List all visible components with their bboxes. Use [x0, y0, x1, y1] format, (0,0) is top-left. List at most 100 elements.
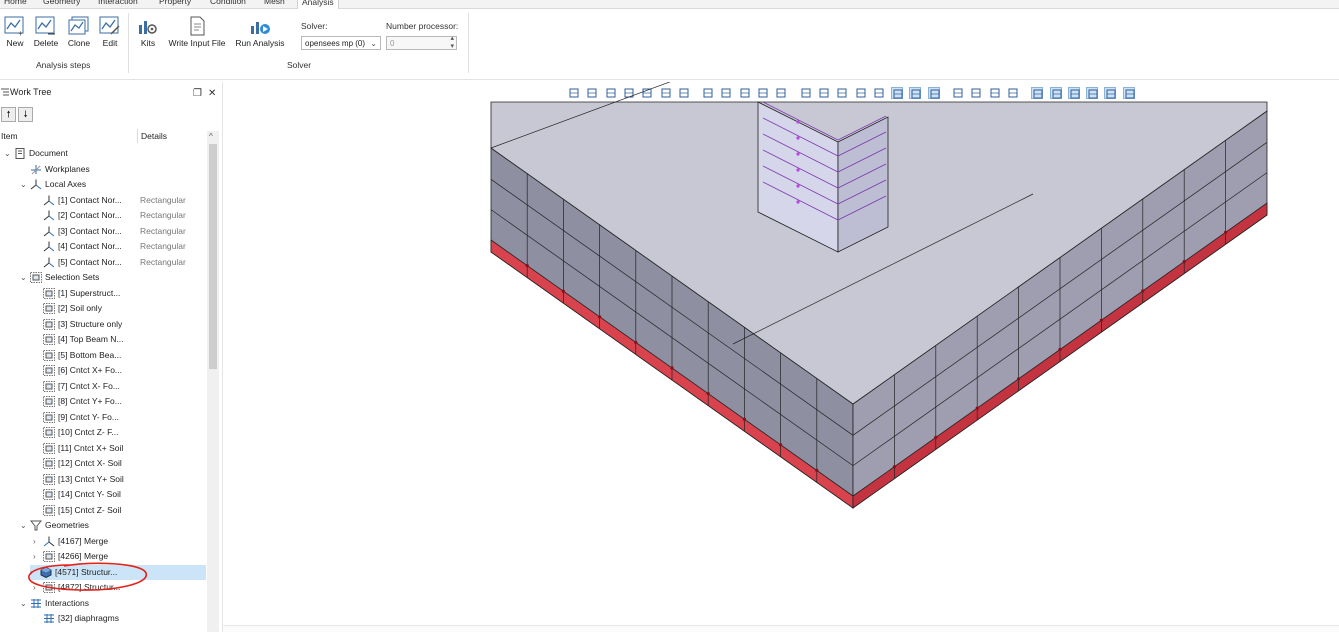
work-tree-panel: Work Tree ❐ ✕ 🠕 🠗 Item Details ⌄ Document…: [0, 82, 223, 632]
chevron-down-icon[interactable]: ⌄: [20, 177, 30, 192]
tree-row[interactable]: Workplanes: [20, 162, 206, 177]
run-analysis-button[interactable]: Run Analysis: [234, 16, 286, 48]
selection-set-icon: [43, 380, 58, 392]
edit-step-button[interactable]: Edit: [98, 16, 122, 48]
selection-set-icon: [43, 287, 58, 299]
tree-row[interactable]: [14] Cntct Y- Soil: [33, 487, 206, 502]
tree-row[interactable]: [4] Contact Nor... Rectangular: [33, 239, 206, 254]
clone-step-label: Clone: [67, 38, 91, 48]
move-down-icon[interactable]: 🠗: [18, 107, 33, 122]
selection-set-icon: [43, 318, 58, 330]
tree-row[interactable]: [7] Cntct X- Fo...: [33, 379, 206, 394]
chevron-down-icon[interactable]: ⌄: [20, 270, 30, 285]
tree-row[interactable]: [6] Cntct X+ Fo...: [33, 363, 206, 378]
tab-home[interactable]: Home: [4, 0, 27, 6]
node-dot: [1224, 230, 1228, 234]
tree-row[interactable]: [9] Cntct Y- Fo...: [33, 410, 206, 425]
tree-row[interactable]: [1] Superstruct...: [33, 286, 206, 301]
tab-analysis[interactable]: Analysis: [297, 0, 339, 9]
tree-row[interactable]: [5] Bottom Bea...: [33, 348, 206, 363]
tree-row[interactable]: [2] Contact Nor... Rectangular: [33, 208, 206, 223]
delete-step-icon: [35, 16, 55, 35]
tree-row[interactable]: [10] Cntct Z- F...: [33, 425, 206, 440]
tree-row[interactable]: [8] Cntct Y+ Fo...: [33, 394, 206, 409]
tree-row[interactable]: [12] Cntct X- Soil: [33, 456, 206, 471]
selection-set-icon: [43, 334, 58, 346]
tree-row[interactable]: [1] Contact Nor... Rectangular: [33, 193, 206, 208]
node-dot: [1099, 318, 1103, 322]
tree-row[interactable]: [11] Cntct X+ Soil: [33, 441, 206, 456]
selection-set-icon: [43, 489, 58, 501]
tree-row-label: Local Axes: [45, 179, 87, 189]
selection-set-icon: [43, 303, 58, 315]
tree-row[interactable]: [5] Contact Nor... Rectangular: [33, 255, 206, 270]
selection-set-icon: [43, 349, 58, 361]
model-view: [490, 82, 1268, 509]
delete-step-button[interactable]: Delete: [32, 16, 60, 48]
scroll-up-icon[interactable]: ^: [209, 132, 213, 141]
number-processor-label: Number processor:: [386, 21, 459, 31]
tree-row[interactable]: › [4167] Merge: [33, 534, 206, 549]
new-step-icon: +: [4, 16, 24, 36]
tree-row-label: [6] Cntct X+ Fo...: [58, 365, 123, 375]
tree-row[interactable]: ⌄ Selection Sets: [20, 270, 206, 285]
annotation-circle: [28, 562, 147, 591]
delete-step-label: Delete: [33, 38, 59, 48]
tree-scrollbar-thumb[interactable]: [209, 144, 217, 369]
edit-step-icon: [99, 16, 120, 35]
3d-viewport[interactable]: [223, 82, 1339, 632]
tab-condition[interactable]: Condition: [210, 0, 246, 6]
tree-row[interactable]: [3] Structure only: [33, 317, 206, 332]
solver-select[interactable]: opensees mp (0) ⌄: [301, 36, 381, 50]
number-processor-spinbox[interactable]: 0 ▴ ▾: [386, 35, 457, 51]
chevron-down-icon[interactable]: ⌄: [20, 518, 30, 533]
clone-step-icon: [68, 16, 89, 35]
tree-row[interactable]: [3] Contact Nor... Rectangular: [33, 224, 206, 239]
node-dot: [779, 443, 783, 447]
tab-geometry[interactable]: Geometry: [43, 0, 80, 6]
selection-set-icon: [43, 411, 58, 423]
tree-row[interactable]: ⌄ Local Axes: [20, 177, 206, 192]
move-up-icon[interactable]: 🠕: [1, 107, 16, 122]
close-panel-icon[interactable]: ✕: [208, 88, 216, 99]
merge-icon: [43, 536, 58, 547]
tree-row-label: [8] Cntct Y+ Fo...: [58, 396, 122, 406]
spin-arrows-icon[interactable]: ▴ ▾: [450, 35, 454, 51]
document-icon: [14, 148, 29, 160]
tree-row-label: [14] Cntct Y- Soil: [58, 489, 121, 499]
tree-row[interactable]: ⌄ Geometries: [20, 518, 206, 533]
clone-step-button[interactable]: Clone: [66, 16, 92, 48]
chevron-down-icon[interactable]: ⌄: [4, 146, 14, 161]
float-panel-icon[interactable]: ❐: [193, 88, 202, 99]
node-dot: [1141, 289, 1145, 293]
tree-row-label: Selection Sets: [45, 272, 100, 282]
new-step-button[interactable]: + New: [4, 16, 26, 48]
chevron-down-icon: ⌄: [370, 39, 377, 48]
write-input-file-button[interactable]: Write Input File: [167, 16, 227, 48]
tree-row[interactable]: [32] diaphragms: [33, 611, 206, 626]
ribbon-separator: [128, 13, 129, 73]
tree-row[interactable]: [15] Cntct Z- Soil: [33, 503, 206, 518]
chevron-down-icon[interactable]: ⌄: [20, 596, 30, 611]
tab-mesh[interactable]: Mesh: [264, 0, 285, 6]
tree-row[interactable]: ⌄ Document: [4, 146, 206, 161]
tab-property[interactable]: Property: [159, 0, 191, 6]
tab-interaction[interactable]: Interaction: [98, 0, 138, 6]
chevron-right-icon[interactable]: ›: [33, 534, 43, 549]
tree-row-label: [1] Superstruct...: [58, 287, 121, 298]
interactions-icon: [30, 598, 45, 608]
tree-row-label: [1] Contact Nor...: [58, 194, 122, 205]
run-analysis-icon: [251, 22, 270, 34]
geometries-icon: [30, 520, 45, 531]
tree-row[interactable]: [4] Top Beam N...: [33, 332, 206, 347]
tree-row-label: [3] Structure only: [58, 318, 123, 329]
tree-row[interactable]: [13] Cntct Y+ Soil: [33, 472, 206, 487]
tree-row-label: [32] diaphragms: [58, 613, 119, 623]
tree-row-label: [2] Contact Nor...: [58, 210, 122, 220]
kits-button[interactable]: Kits: [136, 16, 160, 48]
tree-row[interactable]: [2] Soil only: [33, 301, 206, 316]
tree-row-label: [13] Cntct Y+ Soil: [58, 473, 124, 484]
column-header-details: Details: [141, 131, 167, 141]
write-input-file-icon: [190, 16, 205, 36]
tree-row[interactable]: ⌄ Interactions: [20, 596, 206, 611]
